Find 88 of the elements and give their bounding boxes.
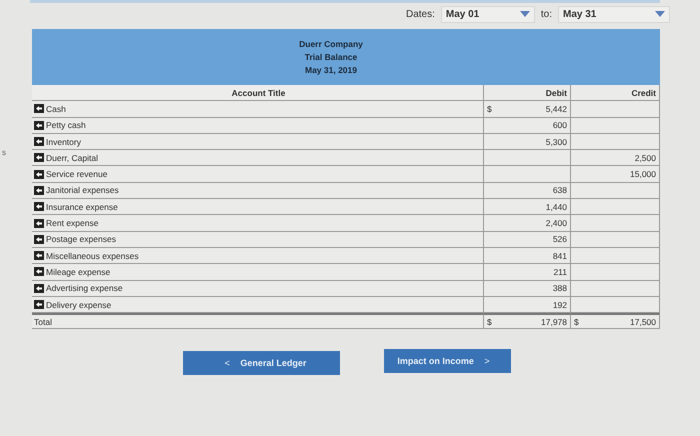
credit-cell[interactable]: 15,000 [570,166,660,183]
debit-amount: 388 [552,283,567,294]
dates-label: Dates: [406,8,435,20]
to-date-dropdown[interactable]: May 31 [558,6,670,22]
account-title: Petty cash [46,120,86,130]
dollar-sign: $ [487,316,492,327]
debit-cell[interactable]: 192 [483,296,570,314]
credit-amount: 2,500 [634,152,656,163]
row-icon[interactable] [34,104,44,114]
debit-amount: 638 [552,185,567,196]
account-title: Cash [46,104,66,114]
account-title: Insurance expense [46,202,118,212]
account-title: Inventory [46,136,81,147]
debit-cell[interactable]: 388 [483,280,570,297]
row-icon[interactable] [34,153,44,162]
credit-cell[interactable] [570,199,660,216]
row-icon[interactable] [34,251,44,260]
credit-cell[interactable] [570,248,660,264]
column-header: Account Title [32,85,483,102]
account-title: Mileage expense [46,266,110,277]
credit-cell[interactable] [570,264,660,281]
row-icon[interactable] [34,170,44,179]
debit-amount: 2,400 [546,218,567,228]
row-icon[interactable] [34,120,44,130]
credit-cell[interactable]: $ 17,500 [570,313,660,330]
account-title: Advertising expense [46,283,123,294]
account-title: Service revenue [46,169,108,180]
report-heading: Trial Balance [304,52,358,62]
row-icon[interactable] [34,284,44,293]
debit-cell[interactable]: 638 [483,182,570,200]
debit-cell[interactable]: 5,300 [483,134,570,150]
debit-cell[interactable]: 841 [483,248,570,264]
previous-button[interactable]: < General Ledger [183,351,340,376]
row-icon[interactable] [34,218,44,228]
debit-cell[interactable]: 526 [483,232,570,248]
account-title: Duerr, Capital [46,152,98,163]
account-title: Rent expense [46,218,98,228]
debit-cell[interactable]: $ 17,978 [483,313,570,330]
account-title: Delivery expense [46,300,112,310]
debit-amount: 5,300 [546,136,567,147]
row-icon[interactable] [34,186,44,195]
debit-amount: 5,442 [546,104,567,114]
dollar-sign: $ [574,316,579,327]
debit-cell[interactable]: 2,400 [483,215,570,232]
debit-cell[interactable]: 211 [483,264,570,281]
cut-text: s [2,148,6,157]
dollar-sign: $ [487,104,492,114]
debit-cell[interactable]: 600 [483,118,570,134]
from-date-dropdown[interactable]: May 01 [440,6,535,22]
credit-cell[interactable] [570,182,660,200]
row-icon[interactable] [34,234,44,244]
credit-amount: 15,000 [630,169,656,180]
account-title: Miscellaneous expenses [46,250,139,261]
credit-cell[interactable] [570,134,660,150]
account-title: Janitorial expenses [46,185,119,196]
debit-amount: 600 [552,120,567,130]
row-icon[interactable] [34,267,44,276]
account-title: Postage expenses [46,234,116,244]
credit-cell[interactable] [570,296,660,314]
debit-amount: 17,978 [541,316,567,327]
row-icon[interactable] [34,300,44,309]
debit-amount: 1,440 [546,202,567,212]
debit-cell[interactable] [483,150,570,166]
credit-cell[interactable] [570,280,660,297]
row-icon[interactable] [34,202,44,212]
row-icon[interactable] [34,137,44,146]
debit-amount: 192 [552,300,567,310]
next-button[interactable]: Impact on Income > [384,349,511,374]
debit-cell[interactable]: 1,440 [483,199,570,216]
caret-icon [520,11,530,17]
credit-cell[interactable] [570,215,660,232]
debit-amount: 526 [552,234,567,244]
credit-cell[interactable] [570,232,660,248]
report-heading: Duerr Company [299,39,363,49]
debit-amount: 211 [553,266,567,277]
credit-cell[interactable] [570,118,660,134]
credit-cell[interactable]: 2,500 [570,150,660,166]
credit-amount: 17,500 [630,316,656,327]
debit-cell[interactable]: $ 5,442 [483,101,570,118]
debit-amount: 841 [552,250,567,261]
caret-icon [655,11,665,17]
credit-cell[interactable] [570,101,660,118]
to-label: to: [540,8,552,20]
column-header: Debit [483,85,570,102]
column-header: Credit [570,85,660,102]
report-heading: May 31, 2019 [305,65,357,75]
account-title: Total [34,316,52,327]
debit-cell[interactable] [483,166,570,183]
